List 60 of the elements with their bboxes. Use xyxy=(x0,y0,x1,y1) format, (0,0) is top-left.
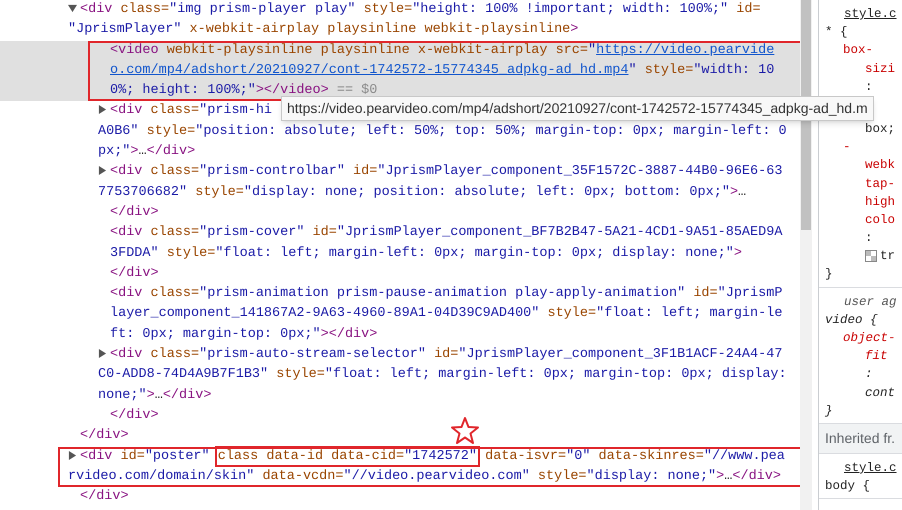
code-line: <div class="prism-animation prism-pause-animation play-apply-animation" id="JprismP xyxy=(110,286,782,302)
css-colon: : xyxy=(865,367,873,382)
caret-right-icon[interactable] xyxy=(98,349,107,358)
code-line: none;">…</div> xyxy=(98,388,212,403)
css-property: tap- xyxy=(865,176,896,190)
css-colon: : xyxy=(865,231,873,246)
code-line: C0-ADD8-74D4A9B7F1B3" style="float: left; margin-left: 0px; margin-top: 0px; display: xyxy=(98,367,787,382)
css-property: - xyxy=(843,140,851,154)
code-line: <div class="prism-auto-stream-selector" id="JprismPlayer_component_3F1B1ACF-24A4-47 xyxy=(110,347,782,362)
code-line: <div class="prism-controlbar" id="JprismPlayer_component_35F1572C-3887-44B0-96E6-63 xyxy=(110,164,782,180)
css-property: object- xyxy=(843,331,896,345)
url-link[interactable]: https://video.pearvide xyxy=(596,42,774,58)
color-swatch-icon[interactable] xyxy=(865,250,877,262)
code-line: 7753706682" style="display: none; position: absolute; left: 0px; bottom: 0px;">… xyxy=(98,184,746,200)
caret-right-icon[interactable] xyxy=(98,166,107,176)
css-colon: : xyxy=(865,80,873,94)
code-line: </div> xyxy=(80,428,129,444)
code-line: </div> xyxy=(80,489,129,504)
css-selector: video { xyxy=(825,312,878,327)
code-line: o.com/mp4/adshort/20210927/cont-1742572-15774345_adpkg-ad_hd.mp4" style="width: 10 xyxy=(110,62,774,78)
css-property: box- xyxy=(843,43,874,58)
css-value: cont xyxy=(865,386,896,400)
stylesheet-origin: user ag xyxy=(844,294,897,309)
css-value: box; xyxy=(865,122,896,136)
code-line: A0B6" style="position: absolute; left: 50%; top: 50%; margin-top: 0px; margin-left: 0 xyxy=(98,124,787,139)
code-line: "JprismPlayer" x-webkit-airplay playsinline webkit-playsinline> xyxy=(68,22,578,38)
css-value: tr xyxy=(880,248,896,266)
css-property: sizi xyxy=(865,62,896,76)
code-line: layer_component_141867A2-9A63-4960-89A1-04D39C9AD400" style="float: left; margin-le xyxy=(110,306,782,322)
caret-right-icon[interactable] xyxy=(68,450,77,460)
css-selector: body { xyxy=(825,479,870,494)
selected-node-highlight[interactable]: <video webkit-playsinline playsinline x-webkit-airplay src="https://video.pearvide o.com/mp4/adshort/20210927/cont-1742572-15774345_adpkg-ad_hd.mp4" style="width: 10 0%; height: 100%;"></video> == $0 xyxy=(0,40,800,102)
code-line: rvideo.com/domain/skin" data-vcdn="//video.pearvideo.com" style="display: none;">…</div> xyxy=(68,468,781,484)
code-line: ft: 0px; margin-top: 0px;"></div> xyxy=(110,326,378,342)
code-line: <div class="prism-cover" id="JprismPlayer_component_BF7B2B47-5A21-4CD1-9A51-85AED9A xyxy=(110,225,782,240)
caret-right-icon[interactable] xyxy=(98,105,107,114)
code-line: 3FDDA" style="float: left; margin-left: 0px; margin-top: 0px; display: none;"> xyxy=(110,246,742,261)
code-line: <div class="prism-hi xyxy=(110,103,272,118)
css-property: high xyxy=(865,194,896,209)
code-line: <div class="img prism-player play" style="height: 100% !important; width: 100%;" id= xyxy=(80,2,761,17)
css-selector: } xyxy=(825,267,833,282)
code-line: </div> xyxy=(110,266,159,281)
code-line: <div id="poster" class data-id data-cid="1742572" data-isvr="0" data-skinres="//www.pea xyxy=(80,448,785,464)
code-line: px;">…</div> xyxy=(98,144,196,160)
css-property: colo xyxy=(865,212,896,227)
url-tooltip: https://video.pearvideo.com/mp4/adshort/20210927/cont-1742572-15774345_adpkg-ad_hd.m xyxy=(281,96,874,121)
annotation-frame: class data-id data-cid="1742572" xyxy=(218,448,477,464)
url-link[interactable]: o.com/mp4/adshort/20210927/cont-1742572-15774345_adpkg-ad_hd.mp4 xyxy=(110,62,628,78)
stylesheet-link[interactable]: style.c xyxy=(844,460,897,475)
css-property: fit xyxy=(865,349,888,364)
code-line: </div> xyxy=(110,408,159,423)
stylesheet-link[interactable]: style.c xyxy=(844,7,897,21)
css-selector: } xyxy=(825,404,833,418)
css-selector: * { xyxy=(825,25,848,40)
inherited-header: Inherited fr. xyxy=(825,428,896,448)
code-line: </div> xyxy=(110,204,159,220)
css-property: webk xyxy=(865,158,896,172)
code-line: <video webkit-playsinline playsinline x-webkit-airplay src="https://video.pearvide xyxy=(110,42,774,58)
caret-down-icon[interactable] xyxy=(68,4,77,13)
code-line: 0%; height: 100%;"></video> == $0 xyxy=(110,83,378,98)
